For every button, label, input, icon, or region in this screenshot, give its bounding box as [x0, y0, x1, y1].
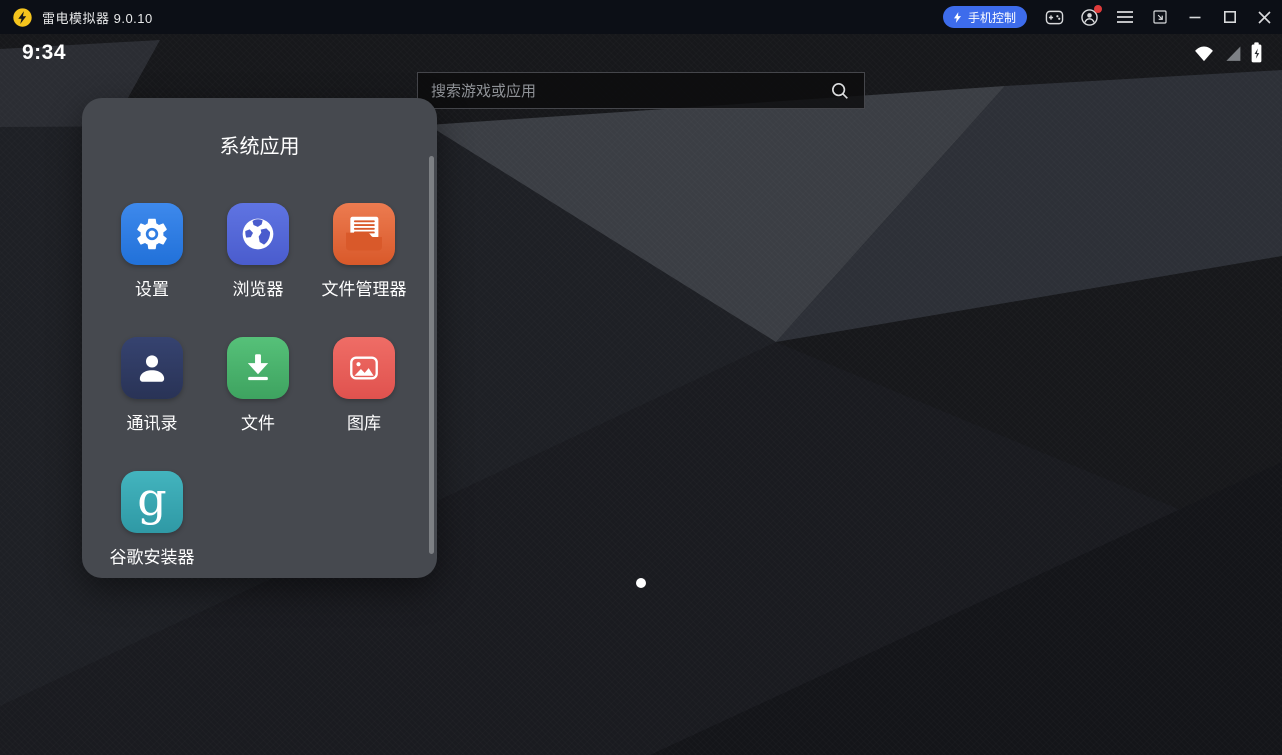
app-item-file-manager[interactable]: 文件管理器: [311, 203, 417, 297]
app-label: 谷歌安装器: [110, 543, 195, 565]
status-icons: [1193, 41, 1263, 64]
keymapping-button[interactable]: [1037, 0, 1072, 34]
gallery-image-icon: [342, 346, 386, 390]
browser-globe-icon: [238, 214, 278, 254]
app-label: 通讯录: [127, 409, 178, 431]
wifi-icon: [1193, 43, 1215, 63]
app-label: 浏览器: [233, 275, 284, 297]
files-download-icon: [237, 347, 279, 389]
system-apps-folder: 系统应用 设置: [82, 98, 437, 578]
app-item-browser[interactable]: 浏览器: [205, 203, 311, 297]
cell-signal-icon: [1222, 43, 1243, 63]
folder-scrollbar[interactable]: [429, 156, 434, 554]
hamburger-menu-icon: [1116, 10, 1134, 24]
phone-control-label: 手机控制: [968, 9, 1016, 26]
minimize-button[interactable]: [1177, 0, 1212, 34]
maximize-icon: [1223, 10, 1237, 24]
maximize-button[interactable]: [1212, 0, 1247, 34]
search-icon[interactable]: [829, 80, 851, 102]
app-label: 文件管理器: [322, 275, 407, 297]
app-item-gallery[interactable]: 图库: [311, 337, 417, 431]
titlebar: 雷电模拟器 9.0.10 手机控制: [0, 0, 1282, 34]
android-screen: 9:34 搜索游戏或应用 系统应用: [0, 34, 1282, 755]
settings-gear-icon: [133, 215, 171, 253]
status-clock: 9:34: [22, 41, 66, 65]
lightning-icon: [951, 11, 964, 24]
page-indicator-dot: [636, 578, 646, 588]
app-label: 文件: [241, 409, 275, 431]
app-label: 设置: [135, 275, 169, 297]
menu-button[interactable]: [1107, 0, 1142, 34]
ldplayer-logo-icon: [12, 7, 33, 28]
app-grid: 设置 浏览器: [99, 203, 417, 565]
gamepad-icon: [1044, 7, 1065, 28]
app-label: 图库: [347, 409, 381, 431]
emulator-window: 雷电模拟器 9.0.10 手机控制: [0, 0, 1282, 755]
search-placeholder: 搜索游戏或应用: [431, 80, 829, 101]
app-item-google-installer[interactable]: g 谷歌安装器: [99, 471, 205, 565]
notification-dot: [1094, 5, 1102, 13]
battery-charging-icon: [1250, 41, 1263, 64]
resize-arrow-icon: [1151, 8, 1169, 26]
app-item-files[interactable]: 文件: [205, 337, 311, 431]
close-icon: [1257, 10, 1272, 25]
close-button[interactable]: [1247, 0, 1282, 34]
phone-control-button[interactable]: 手机控制: [943, 6, 1027, 28]
account-button[interactable]: [1072, 0, 1107, 34]
folder-title: 系统应用: [82, 130, 437, 159]
minimize-icon: [1188, 10, 1202, 24]
resize-window-button[interactable]: [1142, 0, 1177, 34]
app-item-contacts[interactable]: 通讯录: [99, 337, 205, 431]
contacts-person-icon: [131, 347, 173, 389]
app-item-settings[interactable]: 设置: [99, 203, 205, 297]
search-input[interactable]: 搜索游戏或应用: [417, 72, 865, 109]
google-installer-g-icon: g: [137, 476, 166, 522]
window-title: 雷电模拟器 9.0.10: [42, 8, 153, 27]
file-manager-folder-icon: [341, 211, 387, 257]
